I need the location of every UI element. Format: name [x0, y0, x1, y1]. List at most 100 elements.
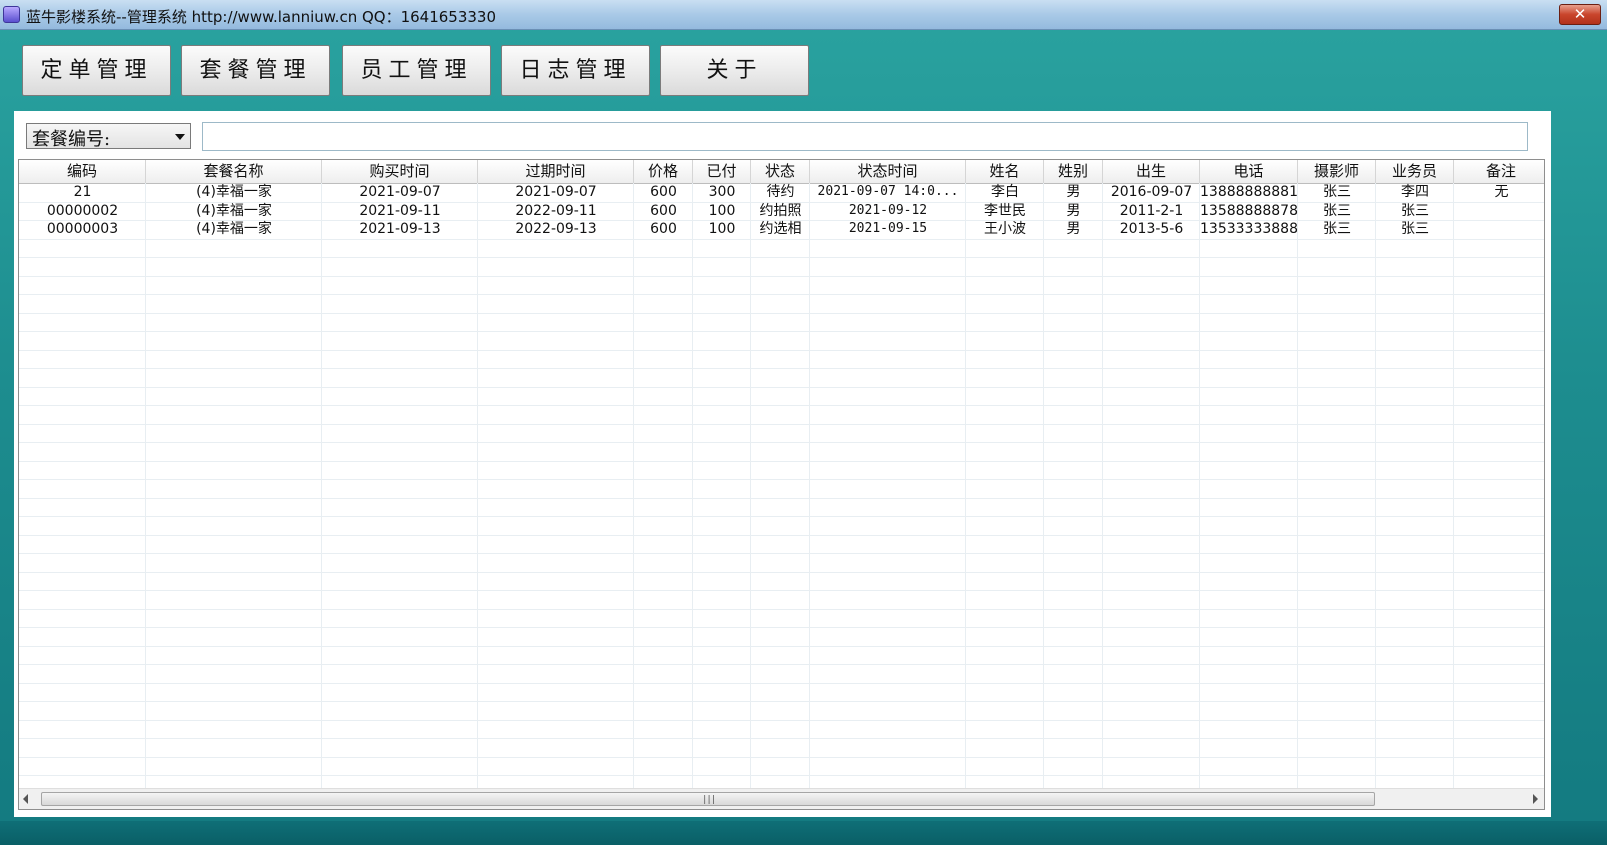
column-header[interactable]: 摄影师 — [1298, 160, 1376, 183]
table-cell: 约拍照 — [759, 202, 802, 219]
table-cell: 2022-09-13 — [515, 221, 597, 237]
table-cell: 张三 — [1401, 202, 1429, 219]
table-cell: 2021-09-07 — [515, 184, 597, 200]
table-cell — [1454, 220, 1544, 238]
table-cell: 李世民 — [984, 202, 1026, 219]
table-cell: 2021-09-11 — [359, 202, 441, 219]
grid-hline — [19, 349, 1544, 351]
grid-vline — [1102, 183, 1103, 789]
column-header[interactable]: 编码 — [19, 160, 146, 183]
table-cell: 600 — [650, 221, 677, 237]
scroll-left-icon[interactable] — [23, 794, 28, 804]
column-header[interactable]: 备注 — [1454, 160, 1544, 183]
table-cell: 300 — [708, 184, 736, 200]
grid-hline — [19, 386, 1544, 388]
column-header[interactable]: 购买时间 — [322, 160, 478, 183]
search-input[interactable] — [202, 122, 1528, 151]
bottom-border — [0, 821, 1607, 845]
table-cell: 无 — [1494, 184, 1509, 200]
table-cell: (4)幸福一家 — [196, 202, 272, 219]
filter-field-label: 套餐编号: — [32, 129, 111, 150]
data-grid[interactable]: 编码 套餐名称 购买时间 过期时间 价格 已付 状态 状态时间 姓名 姓别 出生 电话 摄影师 业务员 备注… — [18, 159, 1545, 810]
grid-hline — [19, 534, 1544, 536]
table-cell: 男 — [1066, 221, 1081, 237]
grid-hline — [19, 479, 1544, 480]
grid-hline — [19, 275, 1544, 277]
table-cell: 13588888878 — [1200, 202, 1298, 219]
column-header[interactable]: 业务员 — [1376, 160, 1454, 183]
scroll-thumb[interactable]: ||| — [41, 792, 1375, 806]
main-panel: 套餐编号: 编码 套餐名称 购买时间 过期时间 价格 已付 状态 状态时间 姓名 姓别 出生 电话 摄影… — [14, 111, 1551, 817]
grid-vline — [1043, 183, 1044, 789]
column-header[interactable]: 姓名 — [966, 160, 1044, 183]
horizontal-scrollbar[interactable]: ||| — [19, 788, 1544, 809]
filter-field-select[interactable]: 套餐编号: — [26, 123, 191, 150]
table-row[interactable]: 00000002 (4)幸福一家 2021-09-11 2022-09-11 600 10… — [19, 202, 1544, 220]
grid-hline — [19, 516, 1544, 517]
grid-vline — [1453, 183, 1454, 789]
grid-vline — [633, 183, 634, 789]
column-header[interactable]: 状态时间 — [810, 160, 966, 183]
app-icon — [3, 6, 20, 23]
grid-hline — [19, 238, 1544, 240]
table-cell: 00000002 — [46, 202, 119, 219]
column-header[interactable]: 过期时间 — [478, 160, 634, 183]
column-header[interactable]: 套餐名称 — [146, 160, 322, 183]
grid-hline — [19, 701, 1544, 702]
grid-vline — [1375, 183, 1376, 789]
table-cell: 600 — [650, 202, 677, 219]
table-row[interactable]: 00000003 (4)幸福一家 2021-09-13 2022-09-13 600 10… — [19, 220, 1544, 238]
grid-hline — [19, 627, 1544, 628]
grid-hline — [19, 460, 1544, 462]
table-cell: 100 — [708, 202, 736, 219]
grid-header: 编码 套餐名称 购买时间 过期时间 价格 已付 状态 状态时间 姓名 姓别 出生 电话 摄影师 业务员 备注 — [19, 160, 1544, 184]
table-cell: 李四 — [1401, 184, 1429, 200]
table-cell: 2021-09-12 — [848, 202, 928, 218]
grid-vline — [750, 183, 751, 789]
window-title: 蓝牛影楼系统--管理系统 http://www.lanniuw.cn QQ：16… — [26, 8, 497, 26]
grid-vline — [692, 183, 693, 789]
table-cell: 2021-09-13 — [359, 221, 441, 237]
table-cell: 2011-2-1 — [1119, 202, 1184, 219]
table-cell: 00000003 — [46, 221, 119, 237]
nav-button-about[interactable]: 关于 — [660, 45, 809, 96]
grid-hline — [19, 590, 1544, 591]
nav-button-staff[interactable]: 员工管理 — [342, 45, 491, 96]
grid-vline — [145, 183, 146, 789]
table-cell: 100 — [708, 221, 736, 237]
nav-button-logs[interactable]: 日志管理 — [501, 45, 650, 96]
column-header[interactable]: 出生 — [1103, 160, 1200, 183]
column-header[interactable]: 状态 — [751, 160, 810, 183]
grid-hline — [19, 442, 1544, 443]
grid-hline — [19, 257, 1544, 258]
column-header[interactable]: 电话 — [1200, 160, 1298, 183]
grid-vline — [321, 183, 322, 789]
table-cell: 2013-5-6 — [1119, 221, 1184, 237]
column-header[interactable]: 已付 — [693, 160, 751, 183]
grid-hline — [19, 608, 1544, 610]
grid-hline — [19, 405, 1544, 406]
table-cell: 张三 — [1323, 184, 1351, 200]
close-button[interactable]: ✕ — [1559, 4, 1601, 25]
grid-hline — [19, 553, 1544, 554]
table-cell: 21 — [73, 184, 92, 200]
nav-button-orders[interactable]: 定单管理 — [22, 45, 171, 96]
scroll-right-icon[interactable] — [1533, 794, 1538, 804]
table-cell: 600 — [650, 184, 677, 200]
column-header[interactable]: 价格 — [634, 160, 693, 183]
grid-hline — [19, 775, 1544, 776]
table-cell: 2016-09-07 — [1110, 184, 1193, 200]
table-row[interactable]: 21 (4)幸福一家 2021-09-07 2021-09-07 600 300 待约 202… — [19, 183, 1544, 201]
table-cell — [1454, 202, 1544, 220]
grip-icon: ||| — [702, 795, 716, 805]
table-cell: 李白 — [991, 184, 1019, 200]
grid-hline — [19, 738, 1544, 739]
table-cell: 13533333888 — [1200, 221, 1298, 237]
column-header[interactable]: 姓别 — [1044, 160, 1103, 183]
grid-hline — [19, 294, 1544, 295]
grid-hline — [19, 312, 1544, 314]
nav-button-packages[interactable]: 套餐管理 — [181, 45, 330, 96]
table-cell: 王小波 — [984, 221, 1026, 237]
table-cell: 张三 — [1401, 221, 1429, 237]
grid-vline — [1297, 183, 1298, 789]
